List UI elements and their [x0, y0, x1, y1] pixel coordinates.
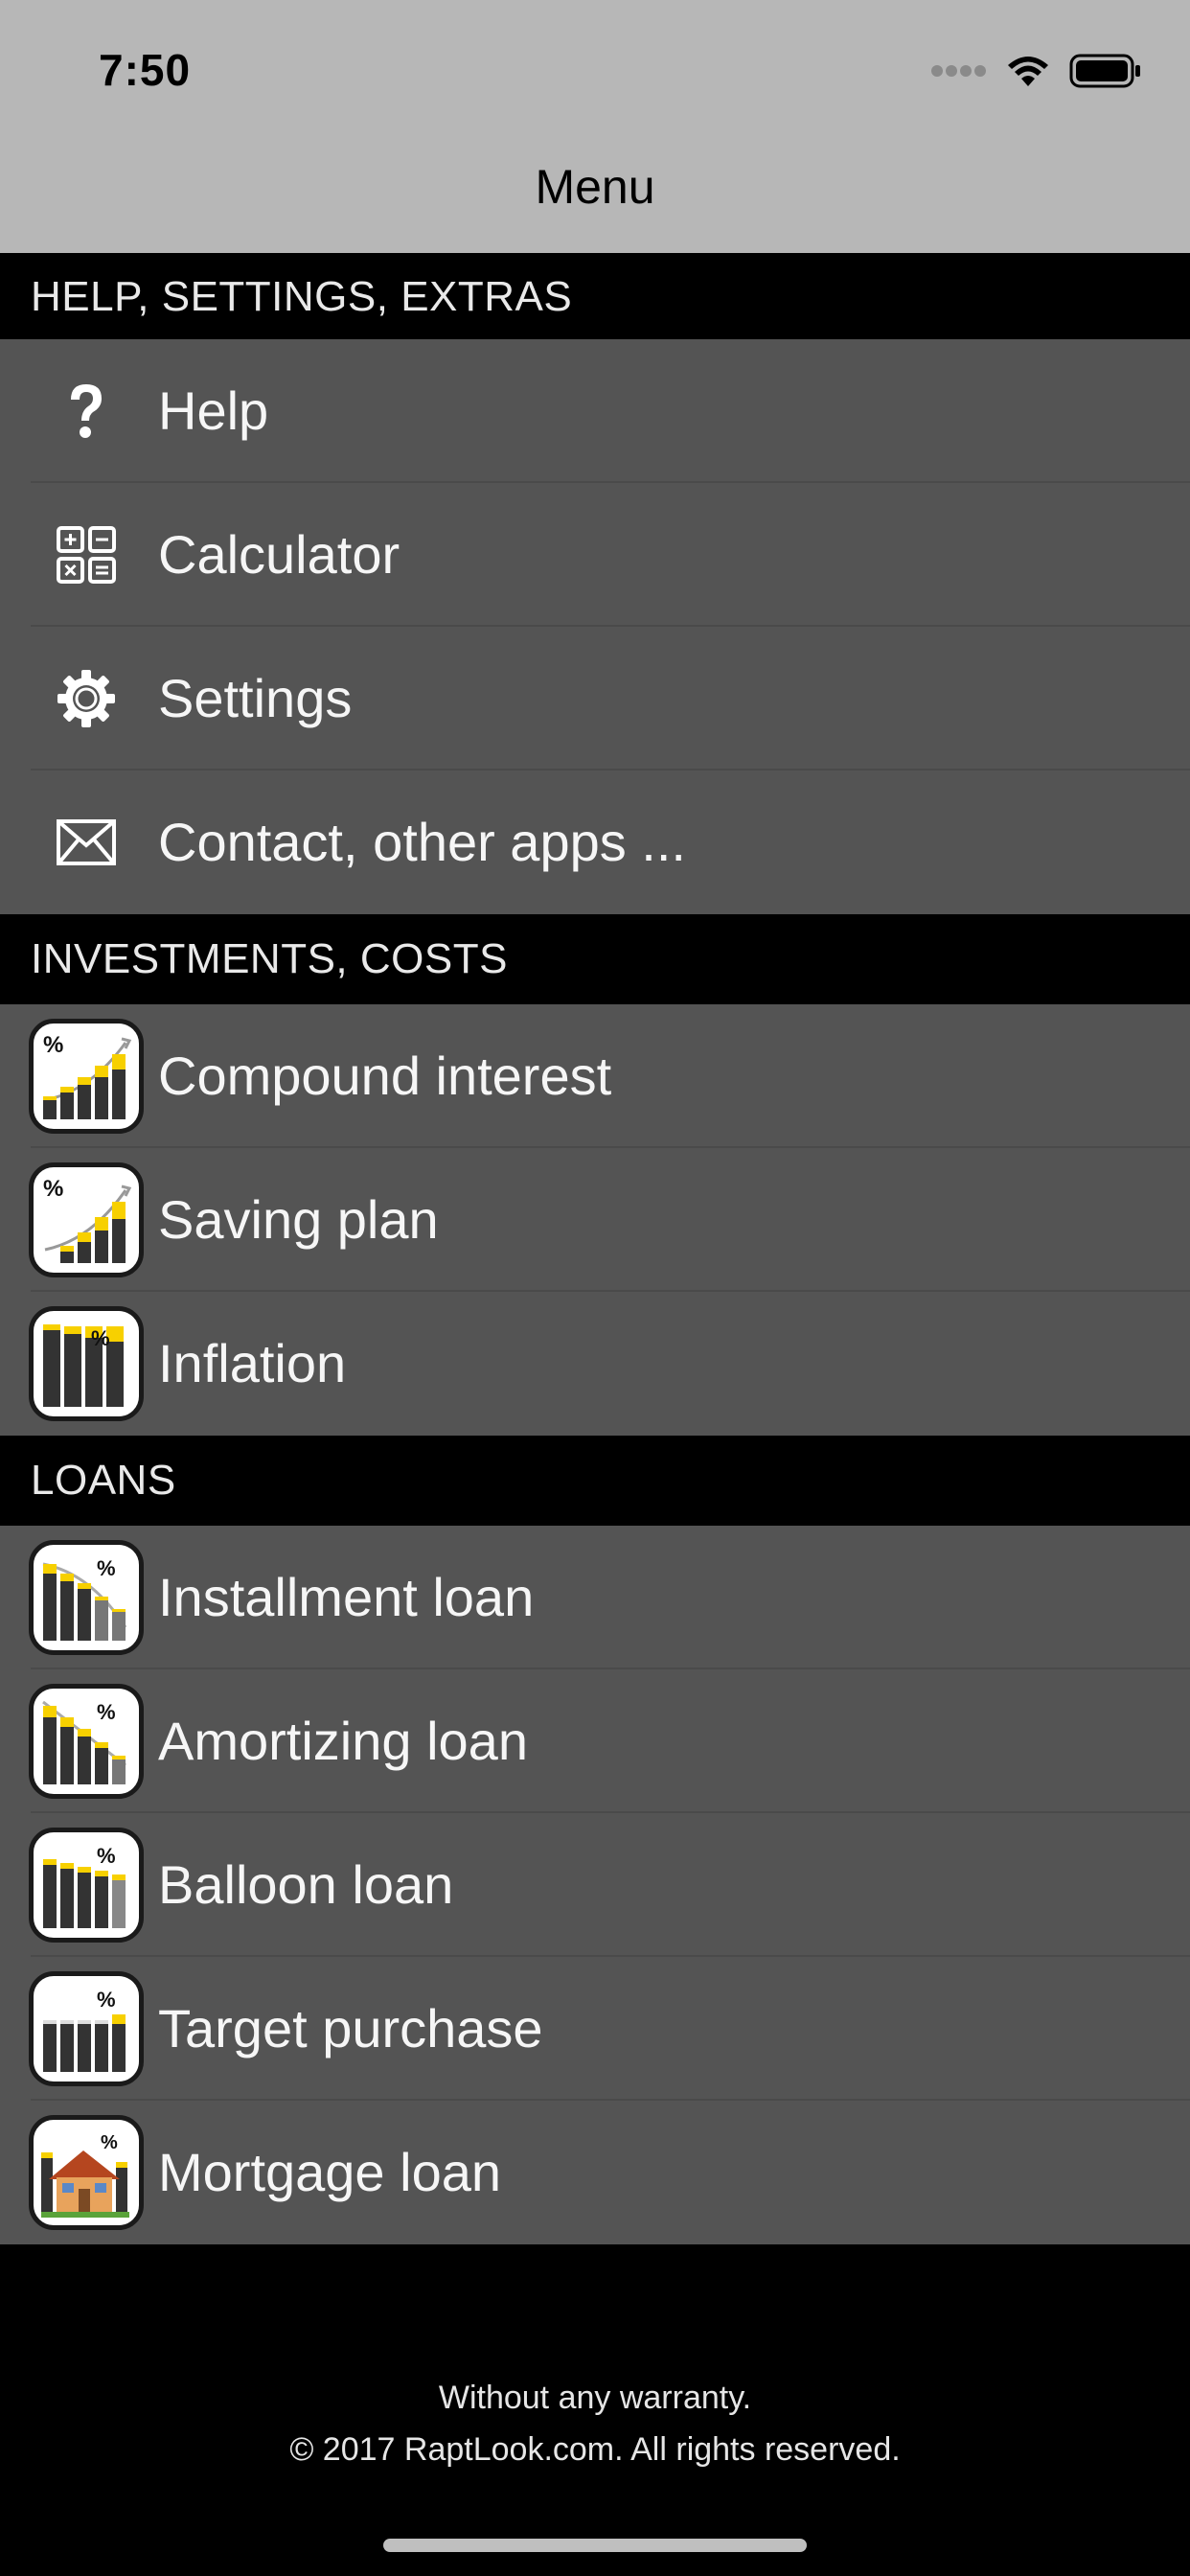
svg-text:%: %: [91, 1326, 110, 1350]
gear-icon: [48, 670, 125, 727]
menu-item-calculator[interactable]: Calculator: [0, 483, 1190, 627]
saving-plan-icon: %: [29, 1162, 144, 1277]
inflation-icon: %: [29, 1306, 144, 1421]
menu-item-installment-loan[interactable]: % Installment loan: [0, 1526, 1190, 1669]
question-mark-icon: [48, 382, 125, 440]
home-indicator[interactable]: [383, 2539, 807, 2552]
nav-title: Menu: [535, 160, 655, 214]
signal-icon: [931, 65, 986, 77]
menu-screen: 7:50 Menu HELP, SETTINGS, EXTRAS Help Ca…: [0, 0, 1190, 2576]
menu-item-label: Calculator: [158, 524, 400, 585]
section-header-help: HELP, SETTINGS, EXTRAS: [0, 253, 1190, 339]
section-header-loans: LOANS: [0, 1436, 1190, 1526]
footer-copyright: © 2017 RaptLook.com. All rights reserved…: [289, 2431, 901, 2468]
svg-text:%: %: [43, 1032, 63, 1058]
menu-item-contact[interactable]: Contact, other apps ...: [0, 770, 1190, 914]
menu-item-label: Saving plan: [158, 1189, 439, 1250]
svg-text:%: %: [97, 1844, 116, 1868]
menu-item-label: Compound interest: [158, 1046, 612, 1106]
footer-disclaimer: Without any warranty.: [438, 2380, 752, 2416]
menu-item-target-purchase[interactable]: % Target purchase: [0, 1957, 1190, 2101]
svg-text:%: %: [97, 1700, 116, 1724]
menu-item-label: Balloon loan: [158, 1854, 454, 1915]
envelope-icon: [48, 814, 125, 871]
menu-item-label: Target purchase: [158, 1998, 543, 2058]
wifi-icon: [1008, 57, 1048, 86]
mortgage-loan-icon: %: [29, 2115, 144, 2230]
menu-item-compound-interest[interactable]: % Compound interest: [0, 1004, 1190, 1148]
menu-item-balloon-loan[interactable]: % Balloon loan: [0, 1813, 1190, 1957]
balloon-loan-icon: %: [29, 1828, 144, 1943]
menu-item-label: Inflation: [158, 1333, 347, 1393]
menu-item-settings[interactable]: Settings: [0, 627, 1190, 770]
status-time: 7:50: [99, 45, 192, 95]
section-header-investments: INVESTMENTS, COSTS: [0, 914, 1190, 1004]
calculator-icon: [48, 526, 125, 584]
menu-item-label: Contact, other apps ...: [158, 812, 686, 872]
installment-loan-icon: %: [29, 1540, 144, 1655]
target-purchase-icon: %: [29, 1971, 144, 2086]
svg-text:%: %: [97, 1988, 116, 2012]
svg-text:%: %: [97, 1556, 116, 1580]
menu-item-label: Mortgage loan: [158, 2142, 502, 2202]
top-bar: 7:50 Menu: [0, 0, 1190, 253]
amortizing-loan-icon: %: [29, 1684, 144, 1799]
menu-item-amortizing-loan[interactable]: % Amortizing loan: [0, 1669, 1190, 1813]
compound-interest-icon: %: [29, 1019, 144, 1134]
footer: Without any warranty. © 2017 RaptLook.co…: [0, 2372, 1190, 2475]
svg-text:%: %: [101, 2132, 118, 2153]
status-icons: [931, 50, 1142, 92]
menu-list[interactable]: HELP, SETTINGS, EXTRAS Help Calculator S…: [0, 253, 1190, 2244]
menu-item-inflation[interactable]: % Inflation: [0, 1292, 1190, 1436]
menu-item-saving-plan[interactable]: % Saving plan: [0, 1148, 1190, 1292]
menu-item-label: Help: [158, 380, 269, 441]
menu-item-label: Amortizing loan: [158, 1711, 528, 1771]
battery-icon: [1069, 54, 1140, 88]
menu-item-help[interactable]: Help: [0, 339, 1190, 483]
menu-item-mortgage-loan[interactable]: % Mortgage loan: [0, 2101, 1190, 2244]
menu-item-label: Installment loan: [158, 1567, 535, 1627]
menu-item-label: Settings: [158, 668, 353, 728]
svg-text:%: %: [43, 1176, 63, 1202]
